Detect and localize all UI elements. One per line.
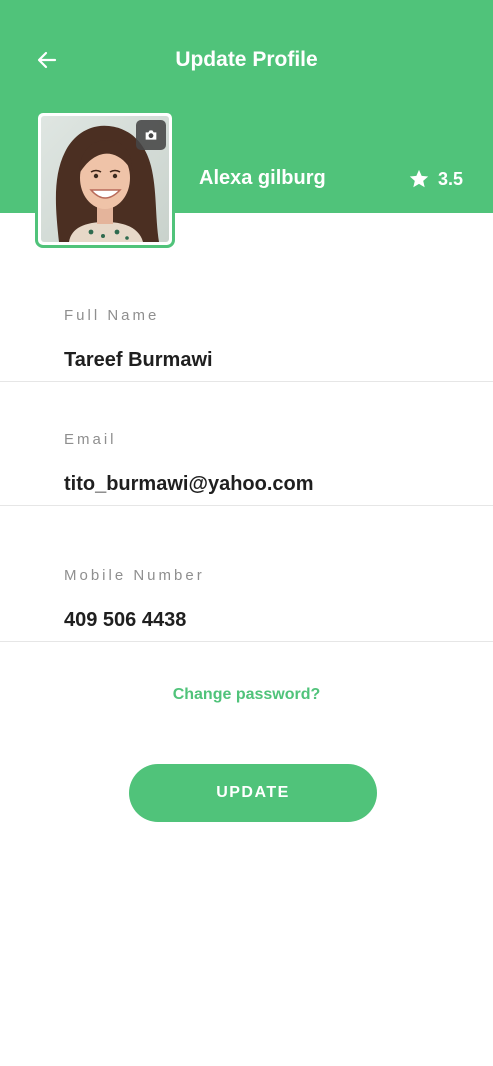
camera-icon	[145, 130, 157, 140]
email-input[interactable]	[64, 470, 464, 498]
email-label: Email	[64, 431, 117, 448]
star-icon	[409, 169, 429, 188]
full-name-divider	[0, 381, 493, 382]
change-password-link[interactable]: Change password?	[0, 684, 493, 706]
full-name-label: Full Name	[64, 307, 160, 324]
page-title: Update Profile	[175, 48, 318, 71]
change-photo-button[interactable]	[136, 120, 166, 150]
mobile-number-input[interactable]	[64, 606, 464, 634]
email-divider	[0, 505, 493, 506]
mobile-number-label: Mobile Number	[64, 567, 205, 584]
user-name: Alexa gilburg	[199, 167, 326, 189]
user-rating: 3.5	[408, 166, 463, 192]
update-button[interactable]: UPDATE	[129, 764, 377, 822]
mobile-number-divider	[0, 641, 493, 642]
full-name-input[interactable]	[64, 346, 464, 374]
rating-value: 3.5	[438, 169, 464, 189]
